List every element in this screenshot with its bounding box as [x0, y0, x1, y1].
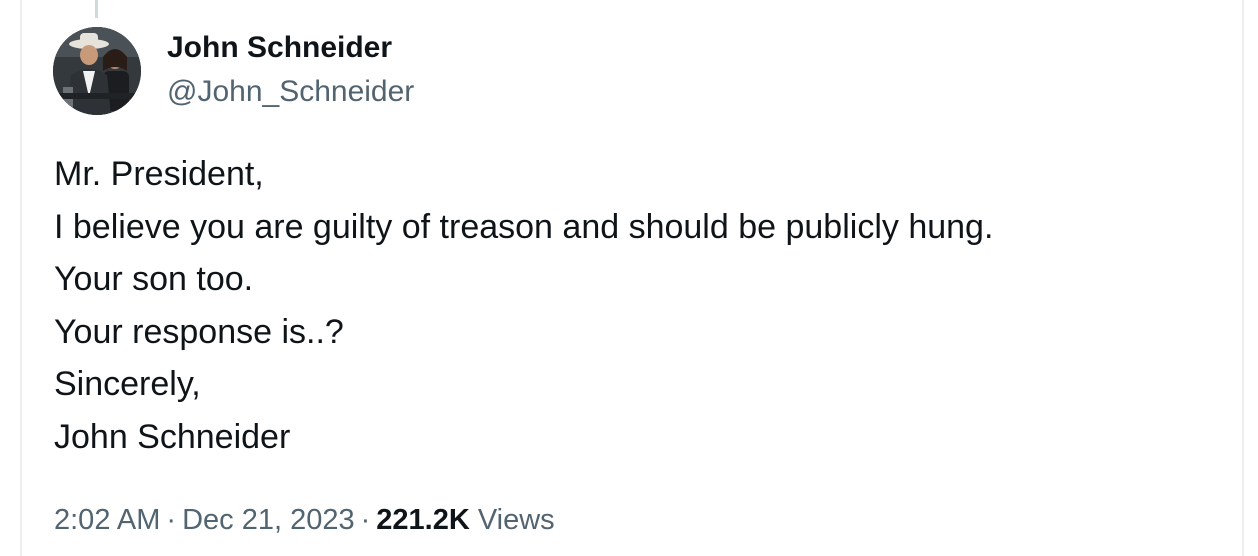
- author-display-name[interactable]: John Schneider: [167, 28, 414, 68]
- card-left-border: [20, 0, 22, 556]
- views-count: 221.2K: [376, 504, 470, 536]
- tweet-metadata: 2:02 AM · Dec 21, 2023 · 221.2K Views: [54, 498, 555, 542]
- views-label: Views: [477, 504, 555, 536]
- tweet-timestamp-date[interactable]: Dec 21, 2023: [182, 504, 355, 536]
- card-right-border: [1242, 0, 1244, 556]
- thread-connector-line: [95, 0, 98, 18]
- tweet-text: Mr. President, I believe you are guilty …: [54, 148, 1214, 463]
- tweet-text-line: John Schneider: [54, 417, 291, 456]
- meta-separator: ·: [166, 504, 177, 536]
- tweet-timestamp-time[interactable]: 2:02 AM: [54, 504, 160, 536]
- tweet-text-line: Sincerely,: [54, 365, 201, 403]
- tweet-text-line: Mr. President,: [54, 155, 264, 193]
- avatar-photo-icon: [53, 27, 141, 115]
- tweet-text-line: Your response is..?: [54, 312, 344, 351]
- avatar[interactable]: [53, 27, 141, 115]
- tweet-text-line: Your son too.: [54, 260, 254, 298]
- author-handle[interactable]: @John_Schneider: [167, 72, 414, 112]
- meta-separator: ·: [360, 504, 371, 536]
- user-info: John Schneider @John_Schneider: [167, 28, 414, 112]
- tweet-text-line: I believe you are guilty of treason and …: [54, 207, 994, 246]
